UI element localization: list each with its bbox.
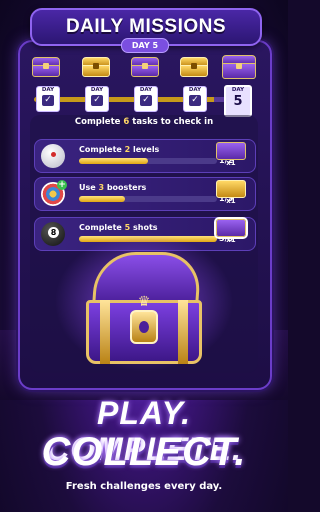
task-label: Complete 5 shots — [79, 223, 158, 232]
task-label: Complete 2 levels — [79, 145, 160, 154]
tasks-header-suffix: tasks to check in — [129, 117, 214, 127]
chest-lock-icon — [130, 310, 158, 344]
day-label: DAY — [188, 87, 202, 93]
task-reward[interactable]: x1 — [214, 178, 248, 208]
chest-band — [178, 300, 188, 364]
checkmark-icon: ✓ — [189, 95, 201, 106]
day-1-chest-icon[interactable] — [32, 57, 60, 77]
day-badge: DAY 5 — [121, 38, 169, 53]
day-label: DAY — [90, 87, 104, 93]
chest-band — [100, 300, 110, 364]
task-progress-fill — [79, 196, 125, 202]
day-label: DAY — [41, 87, 55, 93]
reward-quantity: x1 — [226, 197, 236, 205]
task-progress-bar — [79, 196, 217, 202]
plus-badge-icon: + — [57, 180, 67, 190]
task-progress-bar — [79, 158, 217, 164]
calendar-chest-row — [30, 55, 258, 85]
treasure-chest-icon[interactable]: ♛ — [86, 252, 202, 370]
tasks-header: Complete 6 tasks to check in — [30, 117, 258, 131]
day-5-marker-current: DAY 5 — [224, 85, 252, 117]
day-2-marker: DAY ✓ — [85, 86, 109, 112]
reward-quantity: x1 — [226, 236, 236, 244]
day-4-marker: DAY ✓ — [183, 86, 207, 112]
task-reward[interactable]: x1 — [214, 140, 248, 170]
tagline-subtitle: Fresh challenges every day. — [65, 481, 223, 492]
crown-icon: ♛ — [137, 294, 151, 310]
day-3-marker: DAY ✓ — [134, 86, 158, 112]
eight-ball-icon — [41, 222, 65, 246]
checkmark-icon: ✓ — [91, 95, 103, 106]
tasks-header-prefix: Complete — [74, 117, 124, 127]
checkmark-icon: ✓ — [42, 95, 54, 106]
reward-quantity: x1 — [226, 159, 236, 167]
checkmark-icon: ✓ — [140, 95, 152, 106]
day-label: DAY — [139, 87, 153, 93]
purple-chest-icon — [216, 142, 246, 160]
task-progress-fill — [79, 158, 148, 164]
day-5-chest-icon[interactable] — [222, 55, 256, 79]
cue-ball-icon — [41, 144, 65, 168]
day-1-marker: DAY ✓ — [36, 86, 60, 112]
current-day-number: 5 — [233, 94, 243, 109]
day-2-chest-icon[interactable] — [82, 57, 110, 77]
task-reward[interactable]: x1 — [214, 217, 248, 247]
day-3-chest-icon[interactable] — [131, 57, 159, 77]
purple-chest-icon — [216, 219, 246, 237]
day-label: DAY — [231, 87, 245, 93]
tagline-line-2: COLLECT. — [41, 430, 247, 474]
page-title: DAILY MISSIONS — [65, 16, 227, 37]
gold-chest-icon — [216, 180, 246, 198]
task-label: Use 3 boosters — [79, 183, 147, 192]
day-4-chest-icon[interactable] — [180, 57, 208, 77]
